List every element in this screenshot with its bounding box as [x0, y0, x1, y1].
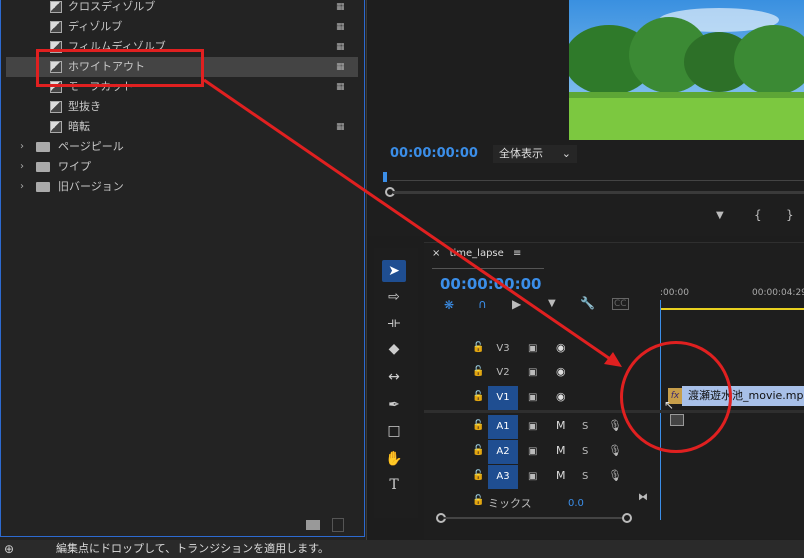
- status-message: 編集点にドロップして、トランジションを適用します。: [56, 542, 330, 555]
- creative-cloud-icon[interactable]: ⊕: [4, 540, 20, 558]
- annotation-arrow: [203, 78, 622, 367]
